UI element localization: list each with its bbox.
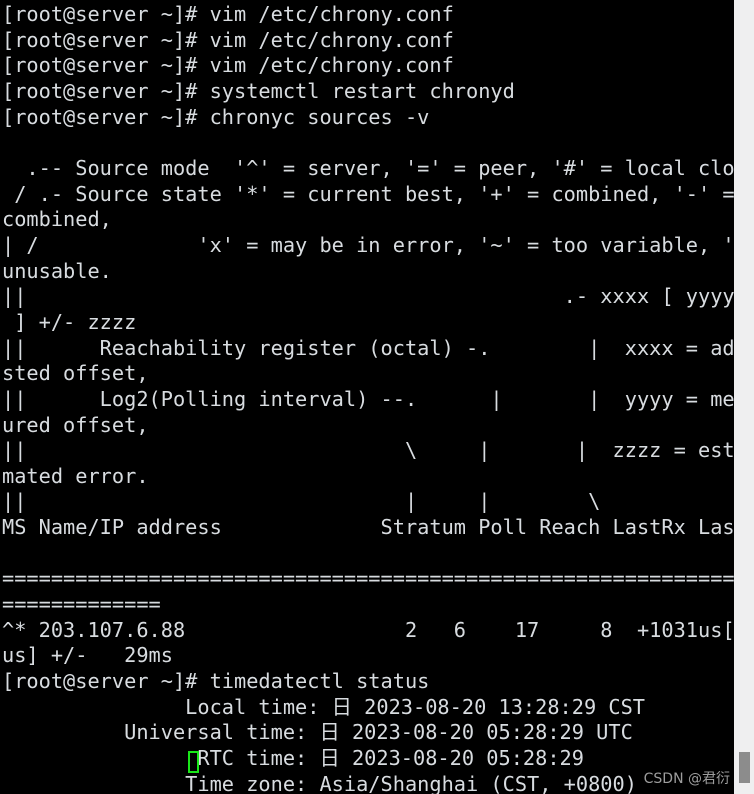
terminal-line: sted offset,: [2, 361, 149, 386]
terminal-line: Local time: 日 2023-08-20 13:28:29 CST: [2, 694, 646, 719]
terminal-line: combined,: [2, 207, 112, 232]
terminal-line: Time zone: Asia/Shanghai (CST, +0800): [2, 771, 637, 794]
terminal-line: ] +/- zzzz: [2, 309, 137, 334]
terminal-line: .-- Source mode '^' = server, '=' = peer…: [2, 155, 754, 180]
terminal-line: MS Name/IP address Stratum Poll Reach La…: [2, 515, 754, 540]
terminal-line: || \ | | zzzz = esti: [2, 438, 747, 463]
terminal-line: | / 'x' = may be in error, '~' = too var…: [2, 232, 754, 257]
terminal-line: / .- Source state '*' = current best, '+…: [2, 181, 754, 206]
terminal-window[interactable]: [root@server ~]# vim /etc/chrony.conf [ro…: [0, 0, 754, 794]
terminal-line: =============: [2, 592, 161, 617]
terminal-line: [root@server ~]# systemctl restart chron…: [2, 78, 515, 103]
terminal-line: || Log2(Polling interval) --. | | yyyy =…: [2, 386, 754, 411]
terminal-output: [root@server ~]# vim /etc/chrony.conf [ro…: [0, 0, 754, 794]
terminal-line: ========================================…: [2, 566, 754, 591]
terminal-line: ured offset,: [2, 412, 149, 437]
terminal-line: || Reachability register (octal) -. | xx…: [2, 335, 754, 360]
scrollbar-thumb[interactable]: [739, 752, 750, 783]
terminal-line: mated error.: [2, 463, 149, 488]
terminal-line: [root@server ~]# vim /etc/chrony.conf: [2, 2, 454, 26]
terminal-line: [root@server ~]# timedatectl status: [2, 669, 430, 694]
terminal-line: [root@server ~]# vim /etc/chrony.conf: [2, 27, 454, 52]
terminal-line: unusable.: [2, 258, 112, 283]
terminal-line: Universal time: 日 2023-08-20 05:28:29 UT…: [2, 720, 633, 745]
terminal-line: || | | \: [2, 489, 601, 514]
terminal-line: [root@server ~]# chronyc sources -v: [2, 104, 430, 129]
terminal-line: || .- xxxx [ yyyy: [2, 284, 735, 309]
vertical-scrollbar[interactable]: [734, 0, 754, 794]
terminal-line: ^* 203.107.6.88 2 6 17 8 +1031us[+1353: [2, 617, 754, 642]
terminal-cursor: [188, 751, 199, 773]
terminal-line: RTC time: 日 2023-08-20 05:28:29: [2, 746, 584, 771]
terminal-screen[interactable]: [root@server ~]# vim /etc/chrony.conf [ro…: [0, 0, 754, 794]
terminal-line: us] +/- 29ms: [2, 643, 173, 668]
terminal-line: [root@server ~]# vim /etc/chrony.conf: [2, 53, 454, 78]
